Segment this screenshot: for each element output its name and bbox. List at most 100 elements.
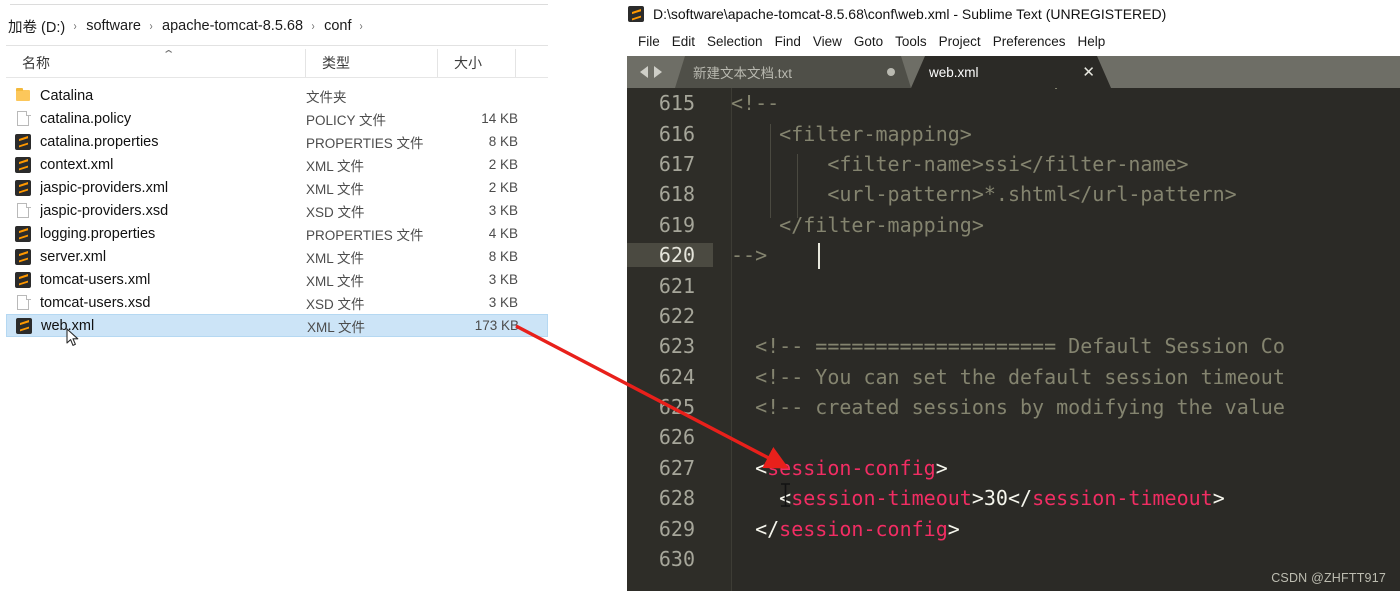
sublime-file-icon	[15, 179, 31, 196]
file-name: jaspic-providers.xml	[40, 179, 169, 196]
file-type: XSD 文件	[306, 204, 365, 220]
menu-item-project[interactable]: Project	[939, 32, 989, 51]
file-icon-cell	[6, 156, 40, 173]
line-number: 628	[658, 486, 695, 511]
window-top-divider	[10, 4, 548, 5]
column-header-row: 名称 类型 大小	[6, 49, 548, 77]
column-header-type[interactable]: 类型	[306, 49, 438, 77]
tab-modified-dot-icon[interactable]	[887, 68, 895, 76]
code-token-comment: <url-pattern>*.shtml</url-pattern>	[731, 182, 1237, 207]
breadcrumb-crumb-3[interactable]: conf	[322, 18, 353, 34]
sublime-file-icon	[15, 248, 31, 265]
line-content: <!-- ==================== Default Sessio…	[713, 334, 1285, 358]
file-row[interactable]: tomcat-users.xsd XSD 文件 3 KB	[6, 291, 548, 314]
file-row[interactable]: logging.properties PROPERTIES 文件 4 KB	[6, 222, 548, 245]
breadcrumb-crumb-2[interactable]: apache-tomcat-8.5.68	[160, 18, 305, 34]
column-header-blank[interactable]	[516, 49, 546, 77]
line-content: <url-pattern>*.shtml</url-pattern>	[713, 182, 1237, 207]
code-line[interactable]: 615 <!--	[627, 88, 1400, 118]
file-row[interactable]: catalina.properties PROPERTIES 文件 8 KB	[6, 130, 548, 153]
line-number: 624	[658, 364, 695, 389]
code-token-punct: </	[1007, 486, 1033, 511]
file-type: PROPERTIES 文件	[306, 135, 424, 151]
tab-new-text-document[interactable]: 新建文本文档.txt	[675, 56, 911, 88]
tab-next-arrow-icon[interactable]	[654, 66, 662, 78]
file-icon-cell	[6, 271, 40, 288]
tab-web-xml[interactable]: web.xml ✕	[911, 56, 1111, 88]
file-size: 2 KB	[488, 180, 518, 195]
file-type: PROPERTIES 文件	[306, 227, 424, 243]
code-line[interactable]: 626	[627, 422, 1400, 452]
menu-bar: File Edit Selection Find View Goto Tools Projec…	[624, 29, 1400, 54]
menu-item-find[interactable]: Find	[775, 32, 809, 51]
file-icon-cell	[6, 87, 40, 104]
line-content: <filter-name>ssi</filter-name>	[713, 152, 1188, 176]
code-line[interactable]: 627 <session-config>	[627, 453, 1400, 483]
column-header-size[interactable]: 大小	[438, 49, 516, 77]
menu-item-edit[interactable]: Edit	[672, 32, 703, 51]
menu-item-file[interactable]: File	[638, 32, 668, 51]
file-size: 2 KB	[488, 157, 518, 172]
menu-item-help[interactable]: Help	[1078, 32, 1114, 51]
file-row[interactable]: jaspic-providers.xsd XSD 文件 3 KB	[6, 199, 548, 222]
code-token-punct: >	[1212, 486, 1225, 511]
code-line[interactable]: 621	[627, 270, 1400, 300]
file-size: 3 KB	[488, 295, 518, 310]
menu-item-selection[interactable]: Selection	[707, 32, 771, 51]
code-line[interactable]: 620 -->	[627, 240, 1400, 270]
menu-item-view[interactable]: View	[813, 32, 850, 51]
file-row[interactable]: catalina.policy POLICY 文件 14 KB	[6, 107, 548, 130]
column-header-name[interactable]: 名称	[6, 49, 306, 77]
file-row[interactable]: jaspic-providers.xml XML 文件 2 KB	[6, 176, 548, 199]
code-line[interactable]: 619 </filter-mapping>	[627, 210, 1400, 240]
code-line[interactable]: 618 <url-pattern>*.shtml</url-pattern>	[627, 179, 1400, 209]
code-line[interactable]: 628 <session-timeout>30</session-timeout…	[627, 483, 1400, 513]
editor-body: 新建文本文档.txt web.xml ✕ <!-- 615<!--616 <fi…	[627, 56, 1400, 591]
code-line[interactable]: 617 <filter-name>ssi</filter-name>	[627, 149, 1400, 179]
file-row[interactable]: Catalina 文件夹	[6, 84, 548, 107]
sublime-text-window: D:\software\apache-tomcat-8.5.68\conf\we…	[624, 0, 1400, 591]
code-token-tag: session-config	[767, 455, 936, 480]
file-size: 14 KB	[481, 111, 518, 126]
file-type: XML 文件	[306, 273, 365, 289]
code-editor[interactable]: <!-- 615<!--616 <filter-mapping>617 <fil…	[627, 88, 1400, 591]
code-token-punct: >	[947, 516, 960, 541]
code-token-comment: <!-- ==================== Default Sessio…	[731, 334, 1285, 359]
code-line[interactable]: 622	[627, 301, 1400, 331]
file-row[interactable]: server.xml XML 文件 8 KB	[6, 245, 548, 268]
tab-nav-arrows[interactable]	[627, 56, 675, 88]
code-token-comment: <!-- created sessions by modifying the v…	[731, 395, 1285, 420]
file-explorer-window: 加卷 (D:) › software › apache-tomcat-8.5.6…	[0, 0, 560, 591]
tab-close-icon[interactable]: ✕	[1082, 65, 1095, 80]
breadcrumb-crumb-0[interactable]: 加卷 (D:)	[6, 16, 67, 37]
file-name: catalina.properties	[40, 133, 159, 150]
code-line[interactable]: 616 <filter-mapping>	[627, 118, 1400, 148]
file-size: 8 KB	[488, 249, 518, 264]
line-content: <session-config>	[713, 456, 948, 480]
file-row[interactable]: tomcat-users.xml XML 文件 3 KB	[6, 268, 548, 291]
file-row[interactable]: context.xml XML 文件 2 KB	[6, 153, 548, 176]
code-token-tag: session-timeout	[1032, 486, 1213, 511]
breadcrumb[interactable]: 加卷 (D:) › software › apache-tomcat-8.5.6…	[6, 12, 370, 40]
menu-item-preferences[interactable]: Preferences	[993, 32, 1074, 51]
code-token-tag: session-config	[779, 516, 948, 541]
menu-item-goto[interactable]: Goto	[854, 32, 891, 51]
menu-item-tools[interactable]: Tools	[895, 32, 935, 51]
tab-prev-arrow-icon[interactable]	[640, 66, 648, 78]
file-size: 173 KB	[474, 318, 519, 333]
file-type: XML 文件	[306, 181, 365, 197]
file-row[interactable]: web.xml XML 文件 173 KB	[6, 314, 548, 337]
indent-guide	[770, 124, 771, 218]
tab-label: web.xml	[929, 64, 979, 80]
file-name: server.xml	[40, 248, 107, 265]
code-line[interactable]: 629 </session-config>	[627, 513, 1400, 543]
line-number: 626	[658, 425, 695, 450]
code-line[interactable]: 624 <!-- You can set the default session…	[627, 362, 1400, 392]
code-line[interactable]: 630	[627, 544, 1400, 574]
code-line[interactable]: 623 <!-- ==================== Default Se…	[627, 331, 1400, 361]
breadcrumb-crumb-1[interactable]: software	[84, 18, 143, 34]
sublime-file-icon	[15, 156, 31, 173]
code-token-text: 30	[983, 486, 1008, 511]
line-content: </session-config>	[713, 517, 960, 541]
code-line[interactable]: 625 <!-- created sessions by modifying t…	[627, 392, 1400, 422]
